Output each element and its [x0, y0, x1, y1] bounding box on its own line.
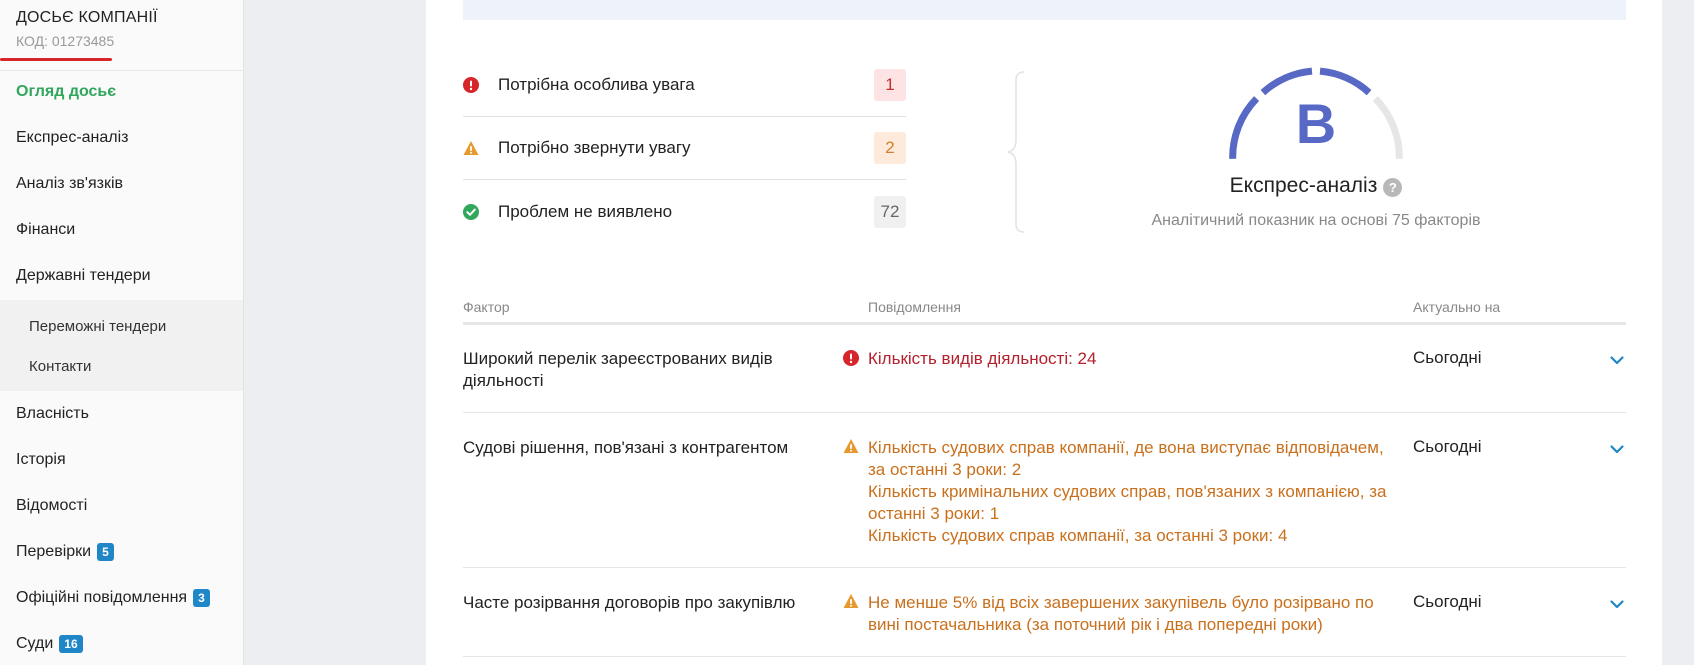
express-analysis-card: Потрібна особлива увага 1 Потрібно зверн…	[426, 0, 1662, 665]
sidebar-item-label: Суди	[16, 635, 54, 652]
message-line: Кількість судових справ компанії, де вон…	[868, 438, 1384, 479]
row-message: Не менше 5% від всіх завершених закупіве…	[868, 592, 1388, 636]
inspections-count-badge: 5	[97, 543, 114, 561]
check-circle-icon	[463, 203, 479, 220]
row-divider	[463, 656, 1626, 657]
sidebar-item-finance[interactable]: Фінанси	[16, 221, 75, 239]
sidebar-item-official-notices[interactable]: Офіційні повідомлення 3	[16, 589, 210, 607]
warning-icon	[843, 593, 859, 609]
sidebar-subitem-contacts[interactable]: Контакти	[29, 358, 91, 375]
row-message: Кількість судових справ компанії, де вон…	[868, 437, 1388, 547]
warning-icon	[463, 140, 479, 156]
sidebar-item-label: Історія	[16, 451, 66, 468]
sidebar-item-label: Відомості	[16, 497, 88, 514]
summary-label: Потрібна особлива увага	[498, 75, 695, 94]
sidebar-submenu: Переможні тендери Контакти	[0, 300, 243, 391]
summary-warning[interactable]: Потрібно звернути увагу 2	[463, 117, 906, 180]
sidebar-item-label: Перевірки	[16, 543, 92, 560]
summary-label: Потрібно звернути увагу	[498, 138, 691, 157]
sidebar-item-links-analysis[interactable]: Аналіз зв'язків	[16, 175, 123, 193]
sidebar-item-state-tenders[interactable]: Державні тендери	[16, 267, 151, 285]
info-banner	[463, 0, 1626, 20]
summary-count: 1	[874, 69, 906, 101]
chevron-down-icon[interactable]	[1609, 441, 1625, 457]
rating-grade: B	[1295, 92, 1337, 155]
row-factor: Часте розірвання договорів про закупівлю	[463, 593, 796, 612]
sidebar: ДОСЬЄ КОМПАНІЇ КОД: 01273485 Огляд досьє…	[0, 0, 244, 665]
sidebar-subitem-winning-tenders[interactable]: Переможні тендери	[29, 318, 166, 335]
chevron-down-icon[interactable]	[1609, 596, 1625, 612]
sidebar-item-label: Експрес-аналіз	[16, 129, 129, 146]
row-divider	[463, 412, 1626, 413]
column-header-message: Повідомлення	[868, 299, 961, 315]
courts-count-badge: 16	[59, 635, 83, 653]
sidebar-item-label: Фінанси	[16, 221, 76, 238]
sidebar-item-courts[interactable]: Суди 16	[16, 635, 83, 653]
express-analysis-heading: Експрес-аналіз	[1229, 174, 1378, 197]
dossier-title: ДОСЬЄ КОМПАНІЇ	[16, 9, 158, 26]
summary-critical[interactable]: Потрібна особлива увага 1	[463, 54, 906, 117]
code-underline	[0, 58, 112, 61]
sidebar-item-history[interactable]: Історія	[16, 451, 66, 469]
sidebar-item-inspections[interactable]: Перевірки 5	[16, 543, 114, 561]
sidebar-item-label: Аналіз зв'язків	[16, 175, 124, 192]
row-date: Сьогодні	[1413, 592, 1482, 611]
message-line: Кількість кримінальних судових справ, по…	[868, 482, 1387, 523]
sidebar-item-label: Власність	[16, 405, 89, 422]
table-header-divider	[463, 322, 1626, 325]
column-header-date: Актуально на	[1413, 299, 1501, 315]
row-date: Сьогодні	[1413, 348, 1482, 367]
sidebar-item-label: Огляд досьє	[16, 83, 117, 100]
sidebar-item-label: Державні тендери	[16, 267, 151, 284]
warning-icon	[843, 438, 859, 454]
express-analysis-title: Експрес-аналіз ?	[1126, 174, 1506, 198]
message-line: Кількість видів діяльності: 24	[868, 349, 1097, 368]
row-factor: Судові рішення, пов'язані з контрагентом	[463, 438, 789, 457]
sidebar-item-information[interactable]: Відомості	[16, 497, 87, 515]
summary-label: Проблем не виявлено	[498, 201, 673, 221]
summary-ok[interactable]: Проблем не виявлено 72	[463, 180, 906, 243]
message-line: Не менше 5% від всіх завершених закупіве…	[868, 593, 1374, 634]
summary-count: 2	[874, 132, 906, 164]
notices-count-badge: 3	[193, 589, 210, 607]
chevron-down-icon[interactable]	[1609, 352, 1625, 368]
sidebar-item-ownership[interactable]: Власність	[16, 405, 89, 423]
sidebar-item-express-analysis[interactable]: Експрес-аналіз	[16, 129, 129, 147]
row-message: Кількість видів діяльності: 24	[868, 348, 1388, 370]
column-header-factor: Фактор	[463, 299, 510, 315]
message-line: Кількість судових справ компанії, за ост…	[868, 526, 1288, 545]
row-factor: Широкий перелік зареєстрованих видів дія…	[463, 349, 773, 390]
company-code: КОД: 01273485	[16, 33, 115, 49]
row-divider	[463, 567, 1626, 568]
express-analysis-subtitle: Аналітичний показник на основі 75 фактор…	[1151, 212, 1481, 229]
summary-count: 72	[874, 195, 906, 228]
sidebar-item-label: Офіційні повідомлення	[16, 589, 188, 606]
row-date: Сьогодні	[1413, 437, 1482, 456]
brace-divider	[1007, 71, 1025, 233]
critical-alert-icon	[843, 350, 859, 366]
help-icon[interactable]: ?	[1383, 178, 1403, 197]
critical-alert-icon	[463, 77, 479, 93]
sidebar-item-overview[interactable]: Огляд досьє	[16, 83, 116, 101]
